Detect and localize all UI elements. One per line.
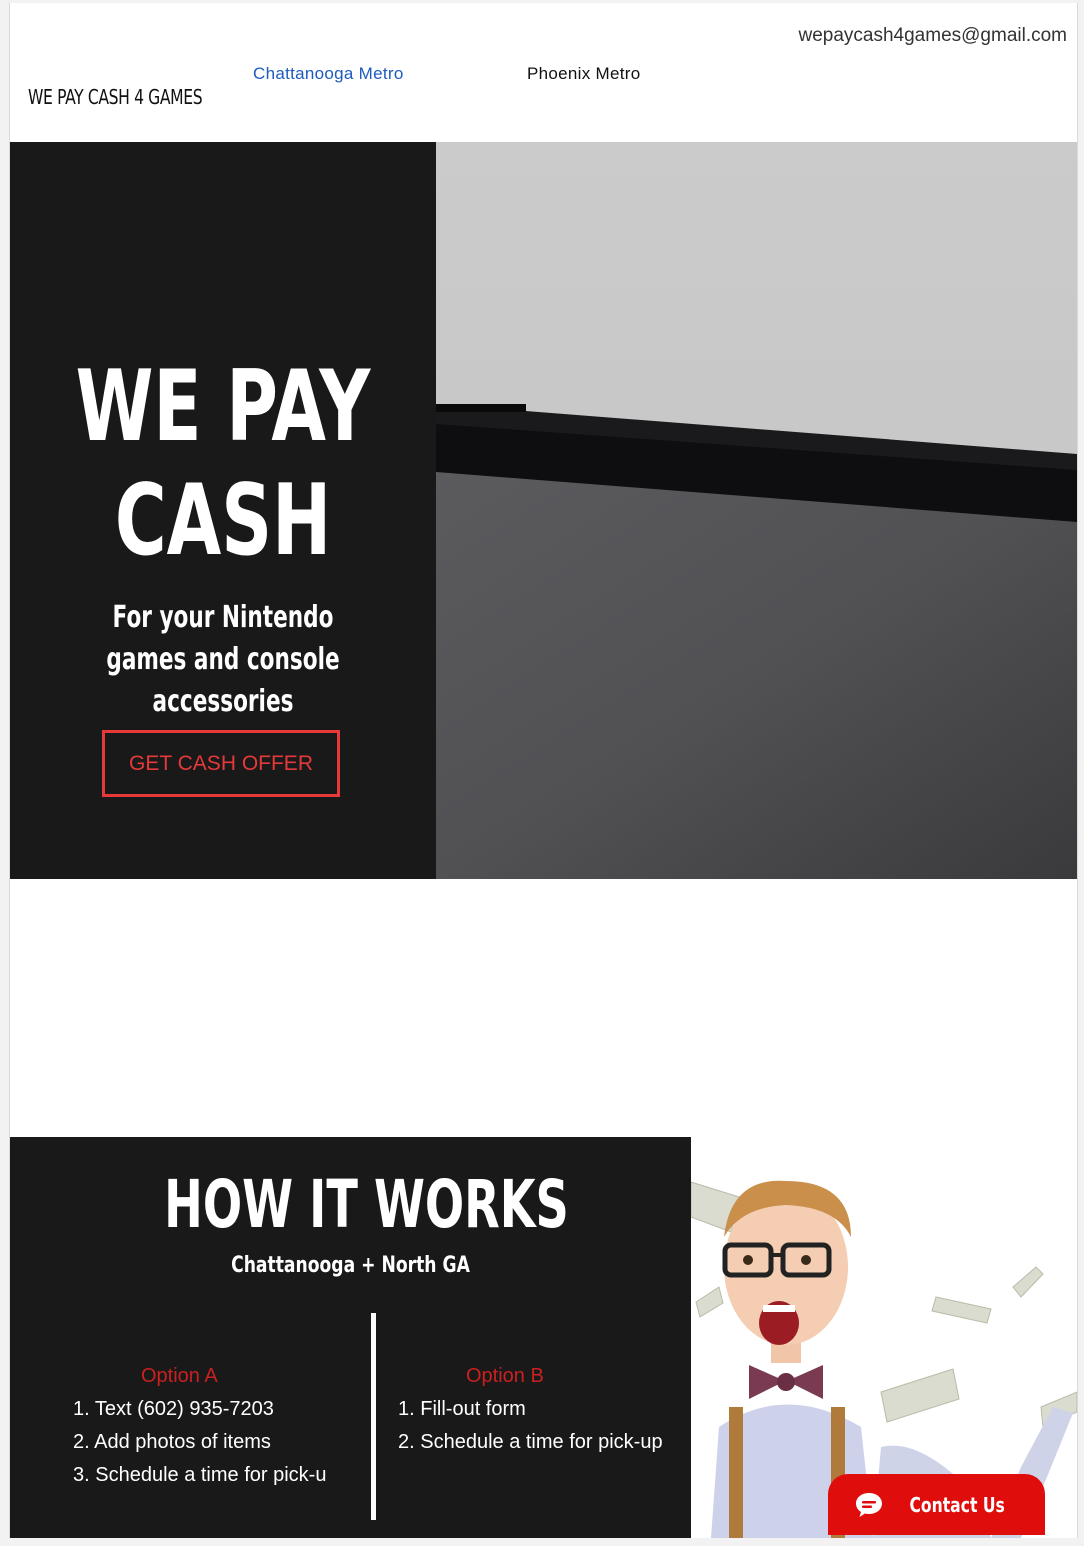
region-subtitle: Chattanooga + North GA — [231, 1253, 470, 1278]
contact-us-button[interactable]: Contact Us — [828, 1474, 1045, 1535]
site-logo[interactable]: WE PAY CASH 4 GAMES — [28, 85, 203, 109]
hero-panel: WE PAY CASH For your Nintendo games and … — [10, 142, 436, 879]
console-illustration — [436, 142, 1077, 879]
how-it-works-section: HOW IT WORKS Chattanooga + North GA Opti… — [10, 1137, 691, 1538]
option-a-title: Option A — [141, 1365, 218, 1387]
get-cash-offer-button[interactable]: GET CASH OFFER — [102, 730, 340, 797]
option-b-steps: 1. Fill-out form 2. Schedule a time for … — [398, 1393, 663, 1459]
page-frame: wepaycash4games@gmail.com WE PAY CASH 4 … — [9, 3, 1078, 1538]
nav-phoenix-metro[interactable]: Phoenix Metro — [527, 64, 641, 84]
contact-us-label: Contact Us — [909, 1492, 1006, 1517]
option-b-step: 1. Fill-out form — [398, 1398, 526, 1420]
chat-bubble-icon — [856, 1492, 883, 1517]
option-a-step: 1. Text (602) 935-7203 — [73, 1398, 274, 1420]
nav-chattanooga-metro[interactable]: Chattanooga Metro — [253, 64, 404, 84]
options-divider — [371, 1313, 376, 1520]
option-a-step: 3. Schedule a time for pick-u — [73, 1464, 327, 1486]
email-link[interactable]: wepaycash4games@gmail.com — [798, 25, 1067, 47]
option-b-title: Option B — [466, 1365, 544, 1387]
hero-title-line1: WE PAY — [75, 350, 371, 464]
option-b-step: 2. Schedule a time for pick-up — [398, 1431, 663, 1453]
how-it-works-title: HOW IT WORKS — [164, 1166, 569, 1243]
hero-subtitle: For your Nintendo games and console acce… — [106, 600, 340, 719]
option-a-steps: 1. Text (602) 935-7203 2. Add photos of … — [73, 1393, 326, 1492]
console-hero-image — [436, 142, 1077, 879]
hero-title: WE PAY CASH — [70, 350, 377, 578]
hero-title-line2: CASH — [114, 464, 332, 578]
option-a-step: 2. Add photos of items — [73, 1431, 271, 1453]
